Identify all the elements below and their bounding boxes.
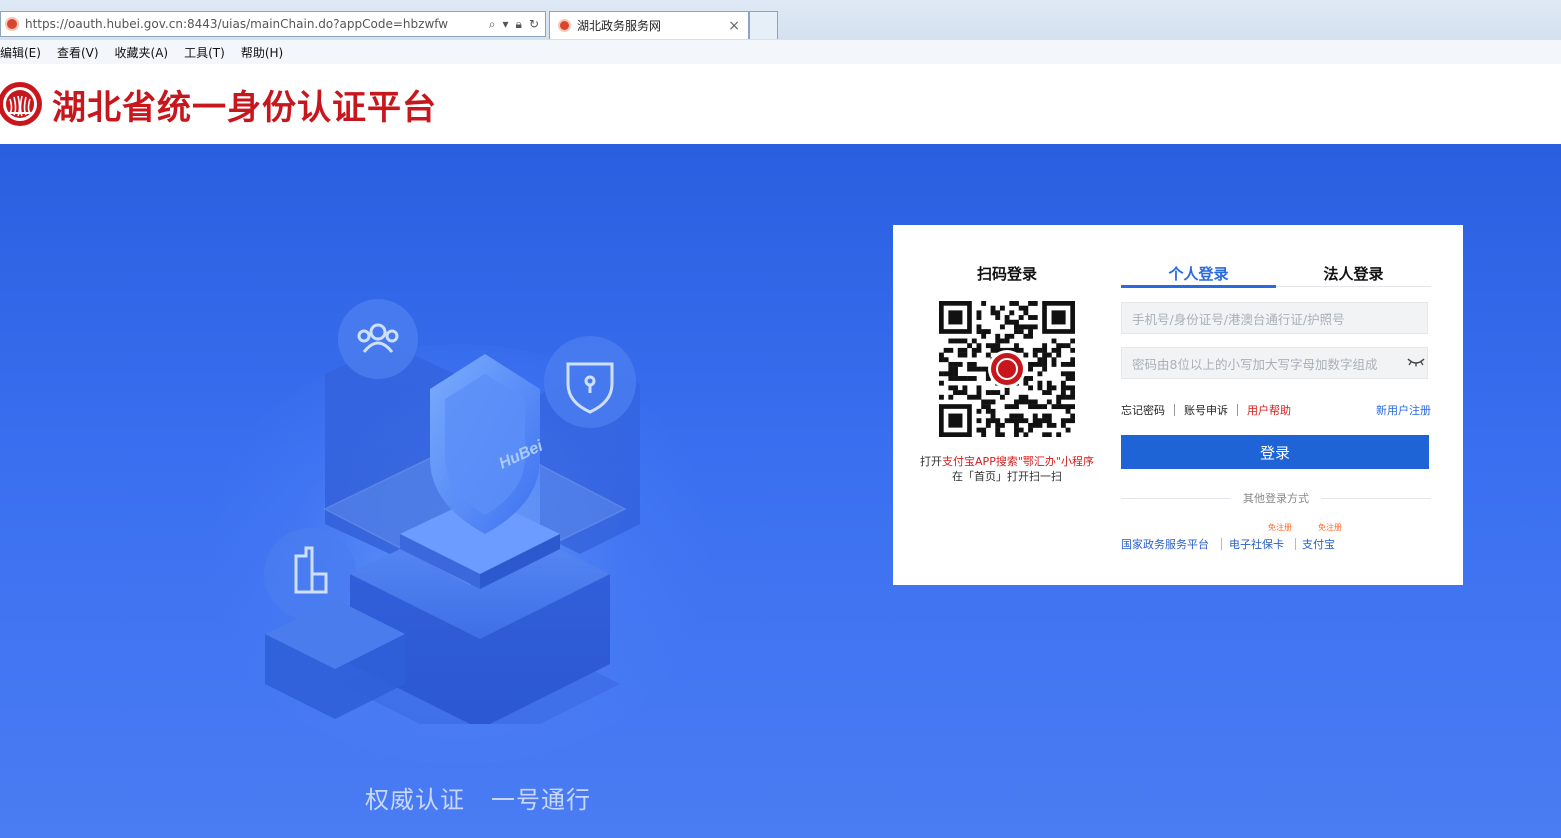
national-platform-login-link[interactable]: 国家政务服务平台 xyxy=(1121,536,1209,552)
lock-icon[interactable]: 🔒︎ xyxy=(516,17,522,32)
tab-personal-login[interactable]: 个人登录 xyxy=(1121,263,1276,288)
login-button[interactable]: 登录 xyxy=(1121,435,1429,469)
password-placeholder: 密码由8位以上的小写加大写字母加数字组成 xyxy=(1132,356,1378,372)
alt-login-methods: 国家政务服务平台 免注册 电子社保卡 免注册 支付宝 xyxy=(1121,522,1431,552)
account-placeholder: 手机号/身份证号/港澳台通行证/护照号 xyxy=(1132,311,1345,327)
login-links: 忘记密码 账号申诉 用户帮助 新用户注册 xyxy=(1121,402,1431,418)
menu-edit[interactable]: 编辑(E) xyxy=(0,44,41,61)
password-input[interactable]: 密码由8位以上的小写加大写字母加数字组成 xyxy=(1121,347,1428,379)
no-register-badge: 免注册 xyxy=(1268,523,1292,532)
login-tabs: 个人登录 法人登录 xyxy=(1121,263,1431,288)
tab-favicon-icon xyxy=(558,19,571,32)
other-login-divider: 其他登录方式 xyxy=(1121,491,1431,505)
tab-close-icon[interactable]: × xyxy=(728,18,748,34)
dropdown-icon[interactable]: ▾ xyxy=(503,17,509,32)
account-appeal-link[interactable]: 账号申诉 xyxy=(1184,402,1228,418)
search-icon[interactable]: ⌕ xyxy=(489,17,496,32)
address-url[interactable]: https://oauth.hubei.gov.cn:8443/uias/mai… xyxy=(25,17,489,31)
eye-closed-icon[interactable] xyxy=(1405,356,1427,370)
qr-tip-highlight: 支付宝APP搜索"鄂汇办"小程序 xyxy=(942,455,1094,468)
browser-chrome: https://oauth.hubei.gov.cn:8443/uias/mai… xyxy=(0,0,1561,64)
account-input[interactable]: 手机号/身份证号/港澳台通行证/护照号 xyxy=(1121,302,1428,334)
register-link[interactable]: 新用户注册 xyxy=(1376,402,1431,418)
divider xyxy=(1237,404,1238,416)
slogan-part-1: 权威认证 xyxy=(365,786,465,814)
menu-help[interactable]: 帮助(H) xyxy=(241,44,283,61)
login-card: 扫码登录 打开支付宝APP搜索"鄂汇办"小程序 在「首页」打开扫一扫 个人登录 … xyxy=(893,225,1463,585)
menu-view[interactable]: 查看(V) xyxy=(57,44,99,61)
hubei-emblem-logo xyxy=(0,75,44,133)
social-security-card-login-link[interactable]: 电子社保卡 xyxy=(1229,536,1284,552)
address-tools: ⌕ ▾ 🔒︎ ↻ xyxy=(489,17,545,32)
qr-code xyxy=(939,301,1076,438)
qr-login-title: 扫码登录 xyxy=(976,265,1037,283)
hero-slogan: 权威认证 一号通行 xyxy=(365,780,591,815)
qr-tip: 打开支付宝APP搜索"鄂汇办"小程序 在「首页」打开扫一扫 xyxy=(893,454,1121,484)
qr-tip-line2: 在「首页」打开扫一扫 xyxy=(952,470,1062,483)
qr-login-panel: 扫码登录 打开支付宝APP搜索"鄂汇办"小程序 在「首页」打开扫一扫 xyxy=(893,225,1121,585)
tab-title: 湖北政务服务网 xyxy=(577,19,662,33)
new-tab-button[interactable] xyxy=(749,11,778,39)
slogan-part-2: 一号通行 xyxy=(491,786,591,814)
user-help-link[interactable]: 用户帮助 xyxy=(1247,402,1291,418)
menu-tools[interactable]: 工具(T) xyxy=(184,44,225,61)
refresh-icon[interactable]: ↻ xyxy=(529,17,539,32)
no-register-badge: 免注册 xyxy=(1318,523,1342,532)
alipay-login-link[interactable]: 支付宝 xyxy=(1302,536,1335,552)
other-login-label: 其他登录方式 xyxy=(1243,492,1309,505)
site-header: 湖北省统一身份认证平台 xyxy=(0,64,1561,144)
address-bar[interactable]: https://oauth.hubei.gov.cn:8443/uias/mai… xyxy=(0,11,546,37)
browser-tab[interactable]: 湖北政务服务网 × xyxy=(549,11,749,39)
site-title: 湖北省统一身份认证平台 xyxy=(52,87,437,128)
tab-corporate-login[interactable]: 法人登录 xyxy=(1276,263,1431,286)
site-favicon-icon xyxy=(5,17,19,31)
menu-favorites[interactable]: 收藏夹(A) xyxy=(115,44,169,61)
security-illustration: HuBei xyxy=(264,299,640,724)
login-form: 个人登录 法人登录 手机号/身份证号/港澳台通行证/护照号 密码由8位以上的小写… xyxy=(1121,225,1431,585)
forgot-password-link[interactable]: 忘记密码 xyxy=(1121,402,1165,418)
qr-tip-prefix: 打开 xyxy=(920,455,943,468)
menu-bar: 编辑(E) 查看(V) 收藏夹(A) 工具(T) 帮助(H) xyxy=(0,40,1561,64)
divider xyxy=(1174,404,1175,416)
